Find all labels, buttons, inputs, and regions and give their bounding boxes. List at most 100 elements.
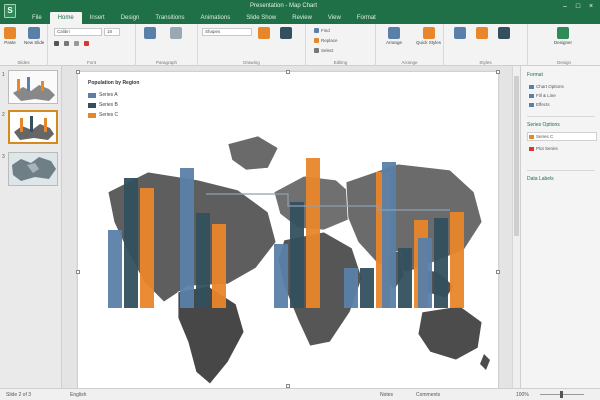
legend-entry: Series A [88, 92, 118, 98]
tab-transitions[interactable]: Transitions [147, 12, 192, 24]
font-color-button[interactable] [84, 40, 91, 47]
paste-icon [4, 27, 16, 39]
format-pane: Format Chart Options Fill & Line Effects… [520, 66, 600, 388]
legend-swatch [88, 92, 96, 98]
pane-header: Series Options [527, 122, 560, 128]
pane-option[interactable]: Plot Series [529, 146, 558, 151]
bar-series-c-north-america[interactable] [140, 188, 154, 308]
close-button[interactable]: × [586, 3, 596, 11]
find-button[interactable]: Find [314, 27, 330, 34]
group-label: Styles [479, 60, 492, 65]
app-logo-icon: S [4, 4, 16, 18]
bar-series-b-east-asia[interactable] [398, 248, 412, 308]
designer-button[interactable]: Designer [554, 27, 572, 45]
tab-view[interactable]: View [320, 12, 349, 24]
bar-series-b-middle-east[interactable] [290, 202, 304, 308]
bar-series-b-oceania[interactable] [434, 218, 448, 308]
scrollbar-thumb[interactable] [514, 76, 519, 236]
bullets-icon [144, 27, 156, 39]
arrange-button[interactable]: Arrange [386, 27, 402, 45]
select-button[interactable]: Select [314, 47, 334, 54]
legend-label: Series C [99, 112, 119, 118]
tab-home[interactable]: Home [49, 12, 82, 24]
replace-icon [314, 38, 319, 43]
bullets-button[interactable] [144, 27, 156, 40]
slide-thumbnail-2[interactable] [8, 110, 58, 144]
shapes-gallery[interactable]: Shapes [202, 28, 252, 36]
zoom-level[interactable]: 100% [516, 392, 529, 398]
tab-review[interactable]: Review [284, 12, 320, 24]
bar-series-c-europe[interactable] [212, 224, 226, 308]
slide-canvas: Population by Region Series A Series B S… [62, 66, 520, 392]
notes-button[interactable]: Notes [380, 392, 393, 398]
tab-file[interactable]: File [24, 12, 50, 24]
map-chart[interactable] [78, 72, 498, 392]
maximize-button[interactable]: □ [573, 3, 583, 11]
slide[interactable]: Population by Region Series A Series B S… [78, 72, 498, 392]
new-zealand-shape [480, 354, 490, 370]
slide-thumbnail-3[interactable] [8, 152, 58, 186]
quick-styles-icon [422, 27, 435, 39]
italic-icon [64, 41, 69, 46]
tab-animations[interactable]: Animations [193, 12, 239, 24]
resize-handle[interactable] [496, 70, 500, 74]
thumbnail-map-icon [10, 112, 56, 142]
minimize-button[interactable]: – [560, 3, 570, 11]
pane-option[interactable]: Fill & Line [529, 93, 556, 98]
language-status[interactable]: English [70, 392, 86, 398]
comments-button[interactable]: Comments [416, 392, 440, 398]
style-button-1[interactable] [454, 27, 466, 40]
slide-number: 3 [2, 154, 5, 160]
align-button[interactable] [170, 27, 182, 40]
group-label: Slides [17, 60, 30, 65]
resize-handle[interactable] [286, 70, 290, 74]
pane-option[interactable]: Chart Options [529, 84, 564, 89]
bar-series-a-asia[interactable] [344, 268, 358, 308]
style-button-2[interactable] [476, 27, 488, 40]
bar-series-c-oceania[interactable] [450, 212, 464, 308]
bar-series-a-europe[interactable] [180, 168, 194, 308]
shape-outline-button[interactable] [280, 27, 292, 40]
underline-button[interactable] [74, 40, 81, 47]
vertical-scrollbar[interactable] [512, 66, 520, 388]
resize-handle[interactable] [496, 270, 500, 274]
resize-handle[interactable] [76, 70, 80, 74]
italic-button[interactable] [64, 40, 71, 47]
tab-insert[interactable]: Insert [82, 12, 113, 24]
replace-button[interactable]: Replace [314, 37, 338, 44]
bar-series-a-middle-east[interactable] [274, 244, 288, 308]
shape-fill-button[interactable] [258, 27, 270, 40]
tab-format[interactable]: Format [349, 12, 384, 24]
quick-styles-button[interactable]: Quick Styles [416, 27, 441, 45]
slide-thumbnail-1[interactable] [8, 70, 58, 104]
bold-button[interactable] [54, 40, 61, 47]
legend-label: Series A [99, 92, 118, 98]
option-icon [529, 134, 534, 139]
tab-design[interactable]: Design [113, 12, 148, 24]
australia-shape [417, 305, 483, 361]
slide-number: 2 [2, 112, 5, 118]
bar-series-c-middle-east[interactable] [306, 158, 320, 308]
tab-slide-show[interactable]: Slide Show [238, 12, 284, 24]
bar-series-b-north-america[interactable] [124, 178, 138, 308]
underline-icon [74, 41, 79, 46]
legend-swatch [88, 112, 96, 118]
pane-option[interactable]: Series C [529, 134, 553, 139]
bar-series-b-asia[interactable] [360, 268, 374, 308]
group-label: Font [86, 60, 96, 65]
bar-series-b-europe[interactable] [196, 213, 210, 308]
option-icon [529, 93, 534, 98]
bar-series-a-oceania[interactable] [418, 238, 432, 308]
style-button-3[interactable] [498, 27, 510, 40]
pane-option[interactable]: Effects [529, 102, 550, 107]
pane-option-label: Fill & Line [536, 93, 556, 98]
designer-label: Designer [554, 40, 573, 45]
bar-series-a-east-asia[interactable] [382, 162, 396, 308]
zoom-slider-knob[interactable] [560, 391, 563, 398]
font-size-select[interactable]: 18 [104, 28, 120, 36]
font-name-select[interactable]: Calibri [54, 28, 102, 36]
paste-button[interactable]: Paste [4, 27, 16, 45]
resize-handle[interactable] [76, 270, 80, 274]
new-slide-button[interactable]: New Slide [24, 27, 44, 45]
bar-series-a-north-america[interactable] [108, 230, 122, 308]
